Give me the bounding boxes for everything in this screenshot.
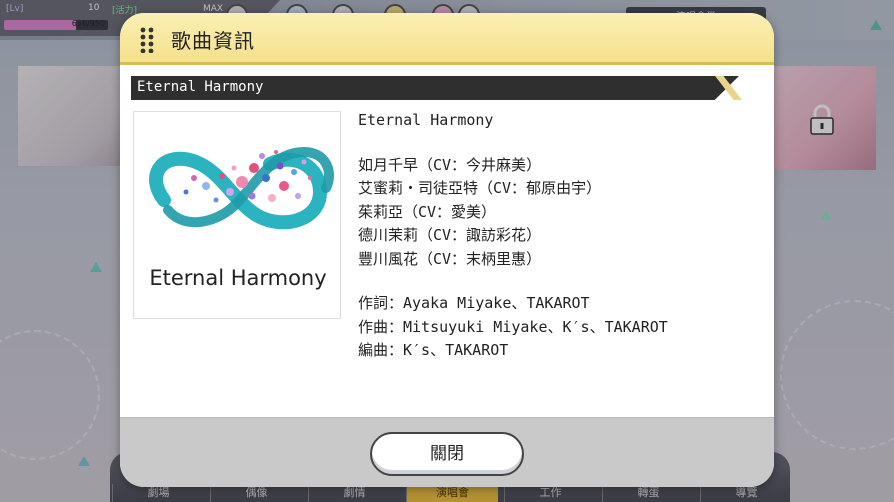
song-jacket-image: Eternal Harmony bbox=[133, 111, 341, 319]
singer-line: 如月千早（CV：今井麻美） bbox=[358, 155, 542, 174]
song-info-text: Eternal Harmony 如月千早（CV：今井麻美） 艾蜜莉・司徒亞特（C… bbox=[358, 109, 668, 363]
composition-credit: 作曲：Mitsuyuki Miyake、K′s、TAKAROT bbox=[358, 317, 668, 336]
singer-line: 茱莉亞（CV：愛美） bbox=[358, 202, 497, 221]
arrangement-credit: 編曲：K′s、TAKAROT bbox=[358, 341, 509, 359]
song-name: Eternal Harmony bbox=[358, 111, 494, 129]
infinity-logo-icon bbox=[149, 146, 335, 230]
singer-line: 艾蜜莉・司徒亞特（CV：郁原由宇） bbox=[358, 179, 602, 197]
dialog-footer: 關閉 bbox=[120, 417, 774, 487]
jacket-caption: Eternal Harmony bbox=[149, 266, 327, 290]
dialog-header: 歌曲資訊 bbox=[120, 13, 774, 65]
close-button[interactable]: 關閉 bbox=[370, 432, 524, 476]
song-info-dialog: 歌曲資訊 Eternal Harmony Eternal Harmony Ete… bbox=[120, 13, 774, 487]
lyrics-credit: 作詞：Ayaka Miyake、TAKAROT bbox=[358, 294, 590, 312]
grip-icon bbox=[140, 27, 154, 53]
strip-song-title: Eternal Harmony bbox=[137, 79, 264, 95]
singer-line: 德川茉莉（CV：諏訪彩花） bbox=[358, 226, 542, 244]
singer-line: 豐川風花（CV：末柄里惠） bbox=[358, 249, 542, 268]
dialog-title: 歌曲資訊 bbox=[171, 29, 255, 53]
